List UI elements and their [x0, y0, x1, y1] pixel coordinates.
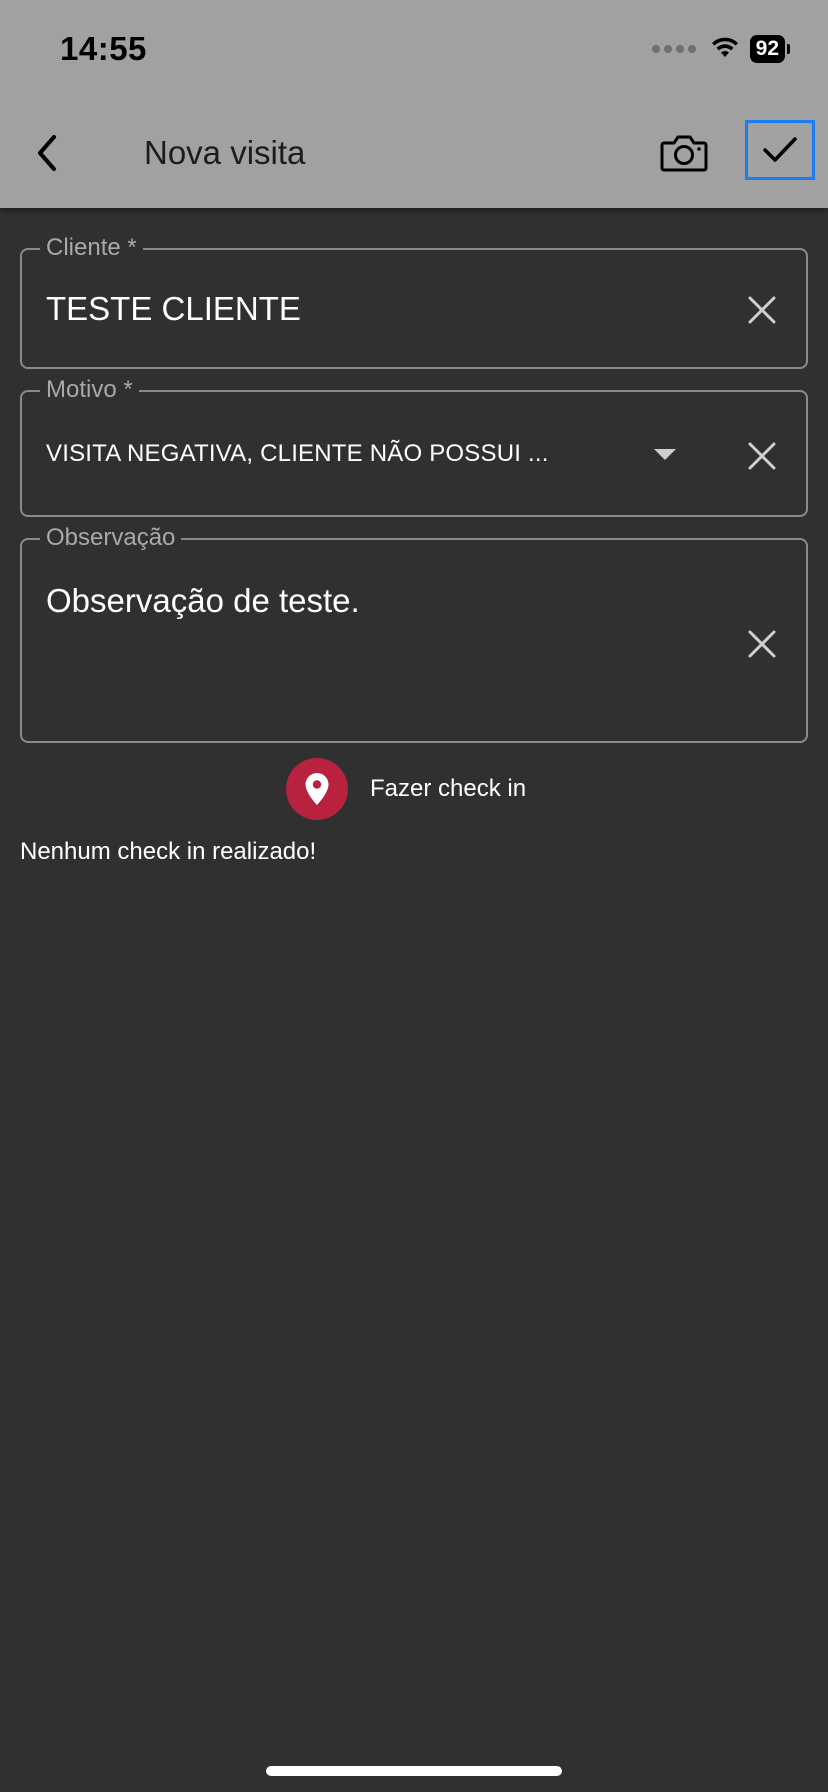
home-indicator[interactable]	[266, 1766, 562, 1776]
confirm-button[interactable]	[745, 120, 815, 180]
motivo-label: Motivo *	[40, 374, 139, 406]
cliente-label: Cliente *	[40, 232, 143, 264]
camera-icon	[660, 135, 708, 172]
screen: 14:55 92 Nova visita Cliente * TESTE CLI…	[0, 0, 828, 1792]
close-icon	[748, 442, 776, 470]
chevron-left-icon	[38, 135, 56, 171]
check-icon	[763, 137, 797, 162]
camera-button[interactable]	[656, 128, 712, 178]
cliente-clear-button[interactable]	[740, 288, 784, 332]
status-time: 14:55	[60, 30, 147, 67]
checkin-button[interactable]: Fazer check in	[286, 758, 526, 820]
wifi-icon	[710, 35, 740, 64]
motivo-select[interactable]: Motivo * VISITA NEGATIVA, CLIENTE NÃO PO…	[20, 374, 808, 517]
observacao-clear-button[interactable]	[740, 622, 784, 666]
checkin-status-text: Nenhum check in realizado!	[20, 838, 317, 865]
app-header: 14:55 92 Nova visita	[0, 0, 828, 208]
dropdown-arrow-icon[interactable]	[654, 448, 676, 466]
close-icon	[748, 296, 776, 324]
page-title: Nova visita	[144, 134, 306, 171]
battery-indicator: 92	[749, 35, 791, 63]
motivo-clear-button[interactable]	[740, 434, 784, 478]
observacao-textarea[interactable]: Observação Observação de teste.	[20, 522, 808, 743]
observacao-value: Observação de teste.	[46, 582, 360, 619]
observacao-label: Observação	[40, 522, 182, 554]
cellular-signal-icon	[651, 45, 696, 53]
back-button[interactable]	[22, 128, 72, 178]
checkin-label: Fazer check in	[370, 775, 527, 802]
status-icons: 92	[651, 34, 791, 64]
location-pin-icon	[286, 758, 348, 820]
cliente-field[interactable]: Cliente * TESTE CLIENTE	[20, 232, 808, 369]
cliente-value: TESTE CLIENTE	[46, 290, 301, 327]
close-icon	[748, 630, 776, 658]
motivo-value: VISITA NEGATIVA, CLIENTE NÃO POSSUI ...	[46, 440, 549, 467]
